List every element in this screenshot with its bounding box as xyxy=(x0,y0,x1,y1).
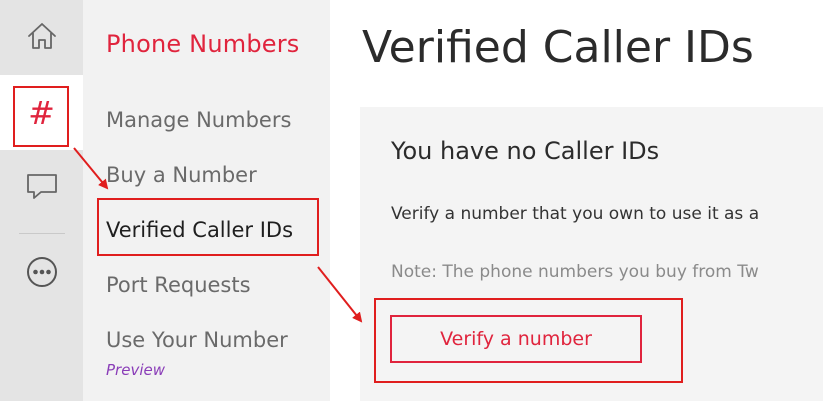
arrow-to-verified-caller-ids xyxy=(73,147,109,190)
annotation-arrows xyxy=(73,147,363,323)
arrow-to-verify-button xyxy=(317,266,363,323)
